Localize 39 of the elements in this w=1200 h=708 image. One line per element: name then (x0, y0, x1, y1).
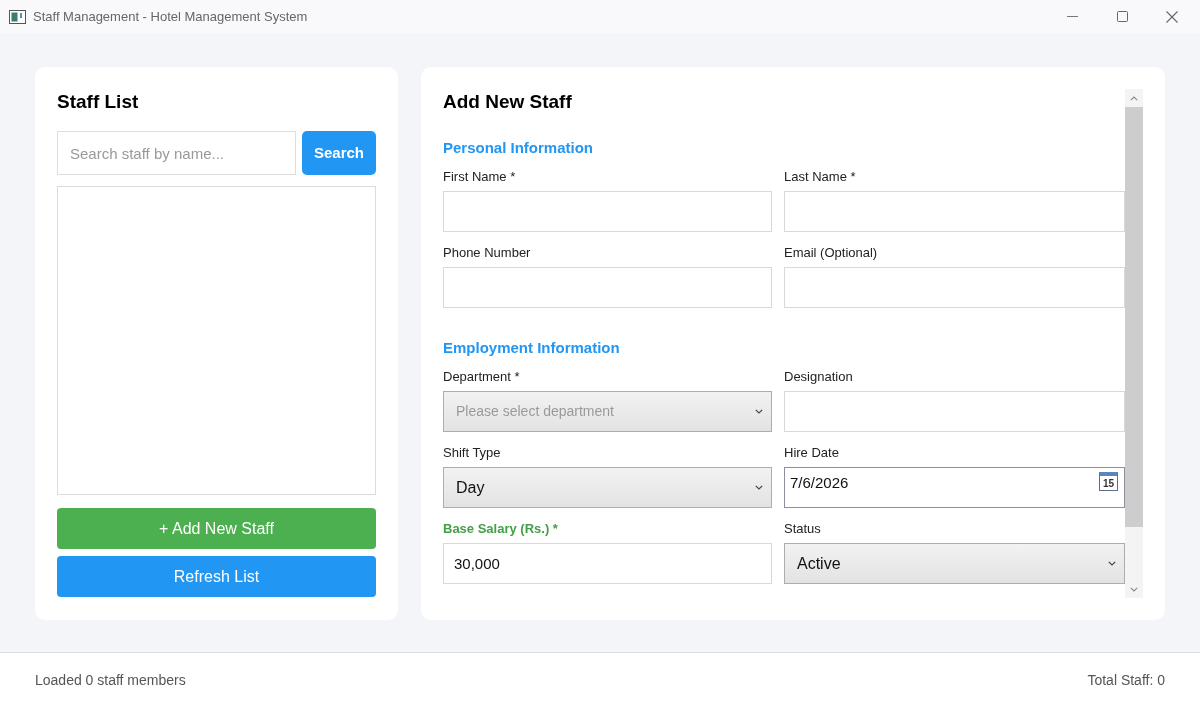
chevron-down-icon (1108, 561, 1116, 566)
field-label: Shift Type (443, 445, 502, 461)
panel-title: Staff List (57, 90, 140, 114)
maximize-icon (1116, 11, 1128, 22)
text-field[interactable]: 30,000 (443, 543, 772, 584)
total-staff-count: Total Staff: 0 (1087, 671, 1165, 690)
field-label: Phone Number (443, 245, 532, 261)
text-field[interactable] (443, 191, 772, 232)
chevron-up-icon (1130, 95, 1138, 101)
field-label: First Name * (443, 169, 517, 185)
close-icon (1166, 10, 1178, 23)
dropdown[interactable]: Day (443, 467, 772, 508)
section-heading: Employment Information (443, 338, 621, 358)
date-field[interactable]: 7/6/2026 15 (784, 467, 1125, 508)
app-icon (9, 9, 26, 24)
scrollbar[interactable] (1125, 89, 1143, 598)
chevron-down-icon (755, 409, 763, 414)
scrollbar-thumb[interactable] (1125, 107, 1143, 527)
chevron-down-icon (1130, 586, 1138, 592)
section-heading: Personal Information (443, 138, 595, 158)
field-label: Hire Date (784, 445, 840, 461)
field-label: Designation (784, 369, 854, 385)
chevron-down-icon (755, 485, 763, 490)
calendar-button[interactable]: 15 (1099, 472, 1118, 491)
field-label: Status (784, 521, 822, 537)
status-message: Loaded 0 staff members (35, 671, 186, 690)
text-field[interactable] (784, 191, 1125, 232)
field-label: Last Name * (784, 169, 857, 185)
dropdown[interactable]: Active (784, 543, 1125, 584)
field-label: Base Salary (Rs.) * (443, 521, 559, 537)
text-field[interactable] (784, 391, 1125, 432)
field-label: Email (Optional) (784, 245, 879, 261)
panel-title: Add New Staff (443, 90, 573, 114)
window-title: Staff Management - Hotel Management System (33, 7, 308, 26)
search-field[interactable]: Search staff by name... (57, 131, 296, 175)
field-label: Department * (443, 369, 521, 385)
text-field[interactable] (784, 267, 1125, 308)
text-field[interactable] (443, 267, 772, 308)
minimize-icon (1066, 16, 1078, 17)
